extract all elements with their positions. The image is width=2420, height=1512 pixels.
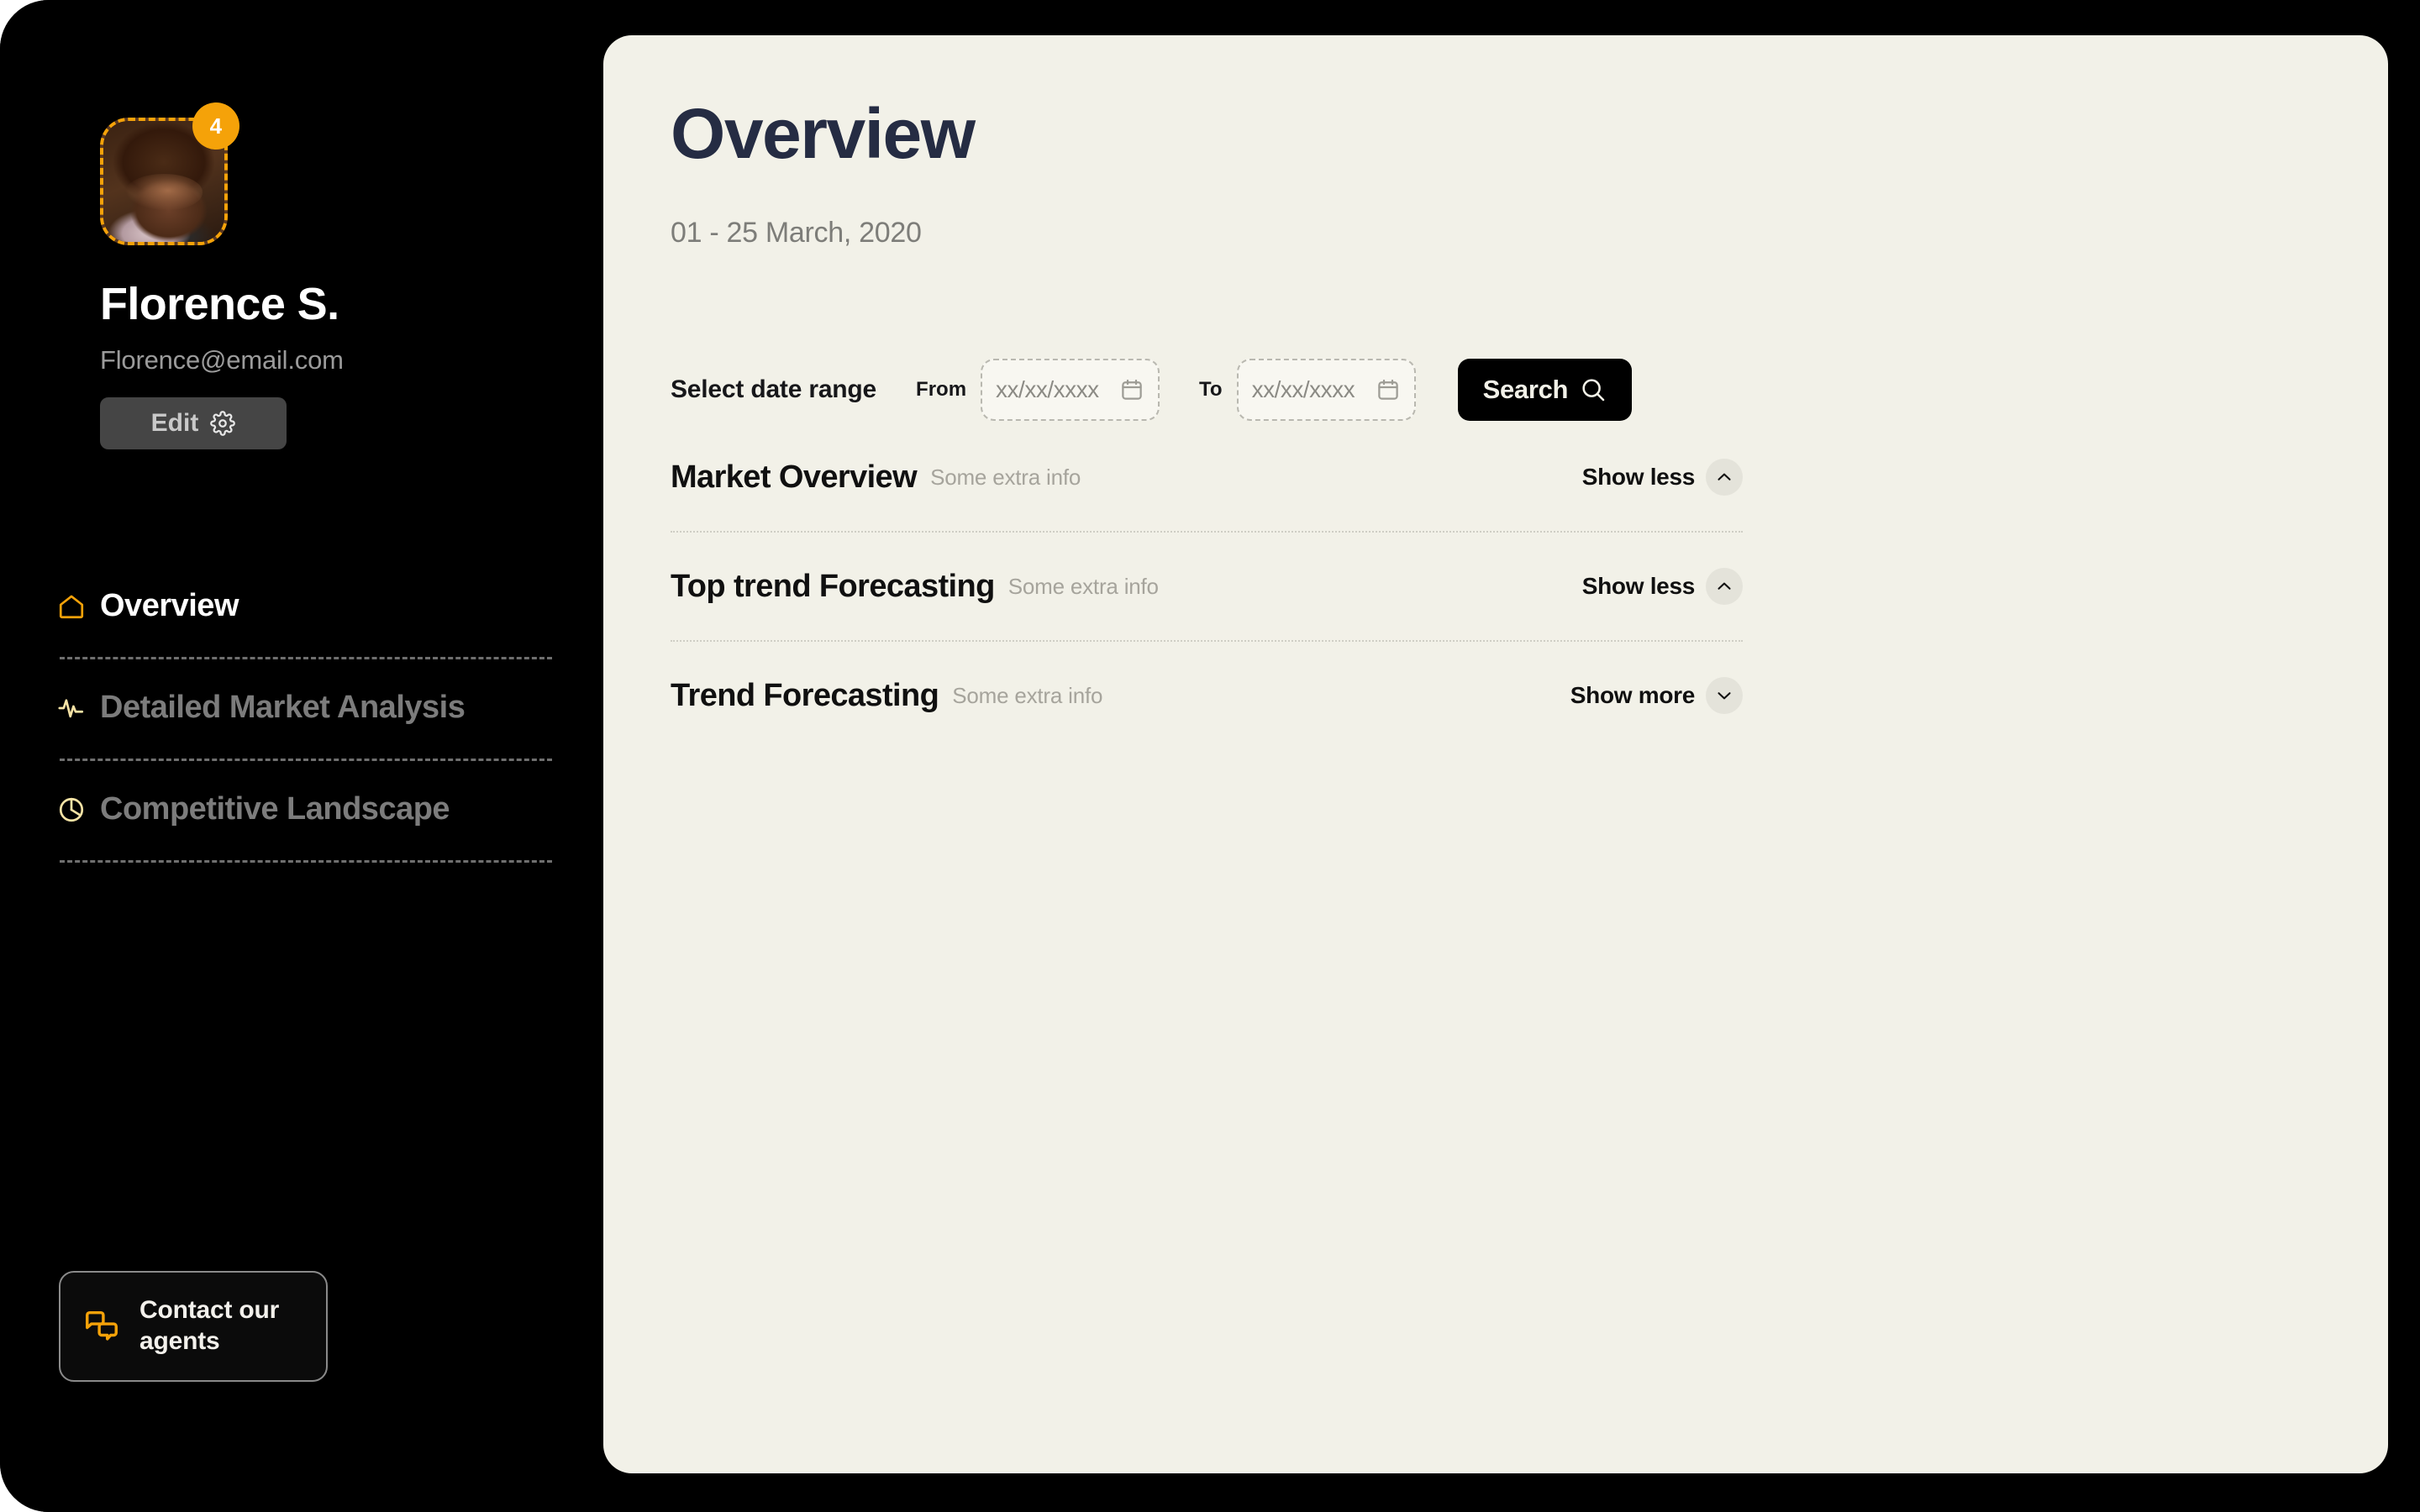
accordion-subtitle: Some extra info (1007, 573, 1159, 599)
accordion-row-trend-forecasting[interactable]: Trend Forecasting Some extra info Show m… (671, 665, 1743, 726)
page-date-subtitle: 01 - 25 March, 2020 (671, 217, 922, 249)
date-to-input[interactable] (1251, 376, 1372, 403)
sidebar-divider (60, 860, 552, 863)
accordion-toggle-button[interactable] (1706, 459, 1743, 496)
sidebar: 4 Florence S. Florence@email.com Edit Ov… (0, 0, 603, 1512)
pie-chart-icon (57, 795, 86, 824)
edit-profile-button[interactable]: Edit (100, 396, 287, 449)
profile-email: Florence@email.com (100, 344, 344, 375)
magnifier-icon (1580, 376, 1607, 403)
accordion-toggle-label: Show less (1581, 573, 1696, 599)
date-range-label: Select date range (671, 375, 877, 403)
contact-agents-label: Contact our agents (139, 1296, 280, 1355)
avatar-wrap: 4 (100, 102, 239, 252)
accordion-subtitle: Some extra info (930, 464, 1081, 490)
profile-block: 4 Florence S. Florence@email.com Edit (100, 102, 571, 449)
main-panel: Overview 01 - 25 March, 2020 Select date… (603, 35, 2388, 1473)
calendar-icon[interactable] (1376, 377, 1401, 402)
accordion-toggle-label: Show less (1581, 464, 1696, 490)
search-button[interactable]: Search (1457, 359, 1633, 421)
to-label: To (1199, 378, 1223, 401)
sidebar-item-label: Overview (100, 588, 239, 623)
sidebar-item-label: Detailed Market Analysis (100, 690, 466, 725)
date-from-field[interactable] (981, 359, 1160, 421)
page-title: Overview (671, 94, 976, 173)
accordion-row-top-trend-forecasting[interactable]: Top trend Forecasting Some extra info Sh… (671, 556, 1743, 617)
sidebar-divider (60, 657, 552, 659)
chevron-up-icon (1714, 576, 1734, 596)
accordion-divider (671, 531, 1743, 533)
accordion-title: Top trend Forecasting (671, 568, 995, 604)
sidebar-item-overview[interactable]: Overview (57, 580, 553, 634)
from-label: From (916, 378, 967, 401)
accordion-toggle-button[interactable] (1706, 677, 1743, 714)
sidebar-divider (60, 759, 552, 761)
sidebar-item-competitive-landscape[interactable]: Competitive Landscape (57, 783, 553, 837)
date-range-row: Select date range From To (671, 359, 1633, 421)
sidebar-item-label: Competitive Landscape (100, 791, 450, 827)
accordion-title: Market Overview (671, 459, 918, 495)
accordion-title: Trend Forecasting (671, 677, 939, 713)
date-to-field[interactable] (1236, 359, 1416, 421)
accordion-subtitle: Some extra info (952, 682, 1103, 708)
chevron-down-icon (1714, 685, 1734, 706)
sidebar-item-detailed-market-analysis[interactable]: Detailed Market Analysis (57, 681, 553, 736)
activity-pulse-icon (57, 694, 86, 722)
notification-badge[interactable]: 4 (192, 102, 239, 150)
search-button-label: Search (1482, 375, 1569, 404)
date-from-input[interactable] (996, 376, 1117, 403)
app-frame: 4 Florence S. Florence@email.com Edit Ov… (0, 0, 2420, 1512)
chevron-up-icon (1714, 467, 1734, 487)
gear-icon (210, 410, 236, 436)
home-icon (57, 592, 86, 621)
edit-button-label: Edit (150, 408, 199, 437)
accordion: Market Overview Some extra info Show les… (671, 447, 1743, 726)
profile-name: Florence S. (100, 279, 339, 329)
contact-agents-button[interactable]: Contact our agents (59, 1271, 328, 1382)
chat-bubbles-icon (82, 1306, 121, 1347)
accordion-toggle-label: Show more (1570, 682, 1696, 708)
accordion-toggle-button[interactable] (1706, 568, 1743, 605)
accordion-divider (671, 640, 1743, 642)
accordion-row-market-overview[interactable]: Market Overview Some extra info Show les… (671, 447, 1743, 507)
calendar-icon[interactable] (1119, 377, 1144, 402)
sidebar-nav: Overview Detailed Market Analysis Compet… (57, 580, 553, 885)
